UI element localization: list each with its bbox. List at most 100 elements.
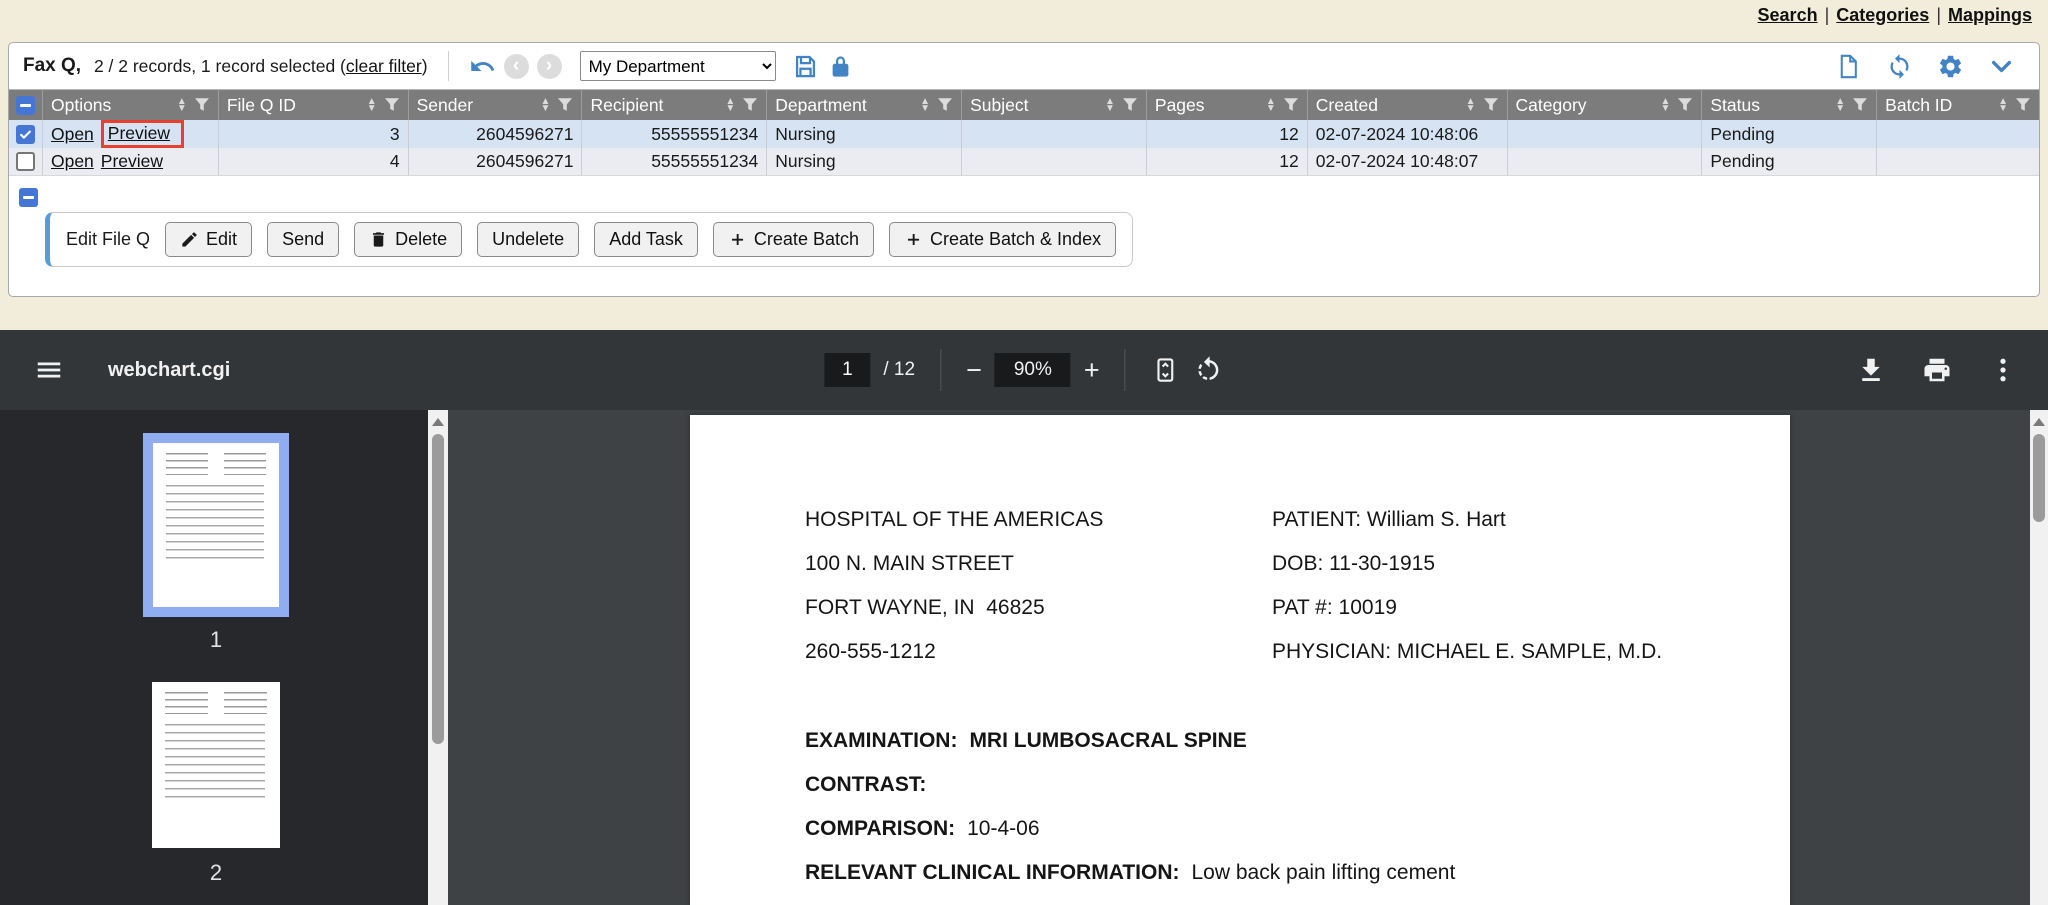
column-header-created: Created▲▼	[1308, 90, 1508, 120]
filter-funnel-icon[interactable]	[937, 97, 953, 113]
delete-button[interactable]: Delete	[354, 222, 462, 257]
filter-funnel-icon[interactable]	[2015, 97, 2031, 113]
document-scrollbar[interactable]	[2030, 410, 2048, 905]
pdf-toolbar-right	[1856, 330, 2018, 410]
pdf-page: HOSPITAL OF THE AMERICAS100 N. MAIN STRE…	[690, 415, 1790, 905]
prev-record-icon[interactable]: ‹	[504, 54, 529, 79]
button-label: Send	[282, 229, 324, 250]
filter-funnel-icon[interactable]	[1122, 97, 1138, 113]
menu-icon[interactable]	[34, 355, 64, 385]
row-select-checkbox[interactable]	[16, 152, 35, 171]
filter-funnel-icon[interactable]	[557, 97, 573, 113]
preview-link[interactable]: Preview	[101, 151, 163, 172]
undelete-button[interactable]: Undelete	[477, 222, 579, 257]
page-number-input[interactable]	[824, 353, 870, 387]
document-section-line: CONTRAST:	[805, 763, 1455, 807]
document-scrollbar-thumb[interactable]	[2033, 434, 2045, 522]
filter-funnel-icon[interactable]	[384, 97, 400, 113]
lock-icon[interactable]	[827, 53, 854, 80]
filter-funnel-icon[interactable]	[194, 97, 210, 113]
edit-button[interactable]: Edit	[165, 222, 252, 257]
filter-funnel-icon[interactable]	[1852, 97, 1868, 113]
column-label: Batch ID	[1885, 95, 1994, 116]
sort-icon[interactable]: ▲▼	[1998, 98, 2008, 112]
document-section-label: EXAMINATION:	[805, 729, 957, 752]
annotation-highlight-box: Preview	[101, 120, 184, 148]
filter-funnel-icon[interactable]	[1283, 97, 1299, 113]
document-section-label: COMPARISON:	[805, 817, 955, 840]
rotate-counterclockwise-icon[interactable]	[1194, 355, 1224, 385]
create-batch-button[interactable]: Create Batch	[713, 222, 874, 257]
sort-icon[interactable]: ▲▼	[725, 98, 735, 112]
fit-page-icon[interactable]	[1151, 355, 1181, 385]
top-link-categories[interactable]: Categories	[1836, 5, 1929, 25]
thumbnail-text-lines	[165, 724, 265, 799]
trash-icon	[369, 230, 388, 249]
sort-icon[interactable]: ▲▼	[1660, 98, 1670, 112]
zoom-out-icon[interactable]: −	[966, 357, 982, 384]
column-header-file_q_id: File Q ID▲▼	[219, 90, 409, 120]
sort-icon[interactable]: ▲▼	[1466, 98, 1476, 112]
open-link[interactable]: Open	[51, 151, 94, 172]
scroll-up-icon[interactable]	[432, 418, 444, 426]
table-row[interactable]: OpenPreview3260459627155555551234Nursing…	[9, 120, 2039, 148]
pdf-page-controls: / 12 − 90% +	[824, 330, 1223, 410]
add-task-button[interactable]: Add Task	[594, 222, 698, 257]
print-icon[interactable]	[1922, 355, 1952, 385]
collapse-chevron-icon[interactable]	[1988, 53, 2015, 80]
create-batch-index-button[interactable]: Create Batch & Index	[889, 222, 1116, 257]
sidebar-scrollbar[interactable]	[428, 410, 448, 905]
sort-icon[interactable]: ▲▼	[367, 98, 377, 112]
thumbnail-2[interactable]	[134, 674, 298, 856]
cell-status: Pending	[1702, 120, 1877, 148]
sort-icon[interactable]: ▲▼	[177, 98, 187, 112]
sort-icon[interactable]: ▲▼	[1105, 98, 1115, 112]
filter-preset-select[interactable]: My Department	[580, 51, 776, 81]
zoom-in-icon[interactable]: +	[1084, 357, 1100, 384]
toolbar-divider	[940, 349, 941, 391]
select-all-bottom-checkbox[interactable]	[19, 188, 38, 207]
row-select-checkbox[interactable]	[16, 125, 35, 144]
top-link-search[interactable]: Search	[1758, 5, 1818, 25]
document-patient-line: PHYSICIAN: MICHAEL E. SAMPLE, M.D.	[1272, 630, 1662, 674]
button-label: Create Batch & Index	[930, 229, 1101, 250]
top-link-mappings[interactable]: Mappings	[1948, 5, 2032, 25]
next-record-icon[interactable]: ›	[537, 54, 562, 79]
clear-filter-link[interactable]: clear filter	[346, 56, 422, 76]
indeterminate-mark	[20, 104, 31, 107]
pdf-body: 12 HOSPITAL OF THE AMERICAS100 N. MAIN S…	[0, 410, 2048, 905]
new-document-icon[interactable]	[1835, 53, 1862, 80]
select-all-checkbox[interactable]	[16, 96, 35, 115]
fax-queue-toolbar: Fax Q, 2 / 2 records, 1 record selected …	[9, 43, 2039, 89]
sidebar-scrollbar-thumb[interactable]	[432, 434, 444, 744]
scroll-up-icon[interactable]	[2033, 418, 2045, 426]
page-total-label: / 12	[883, 359, 915, 381]
filter-funnel-icon[interactable]	[1483, 97, 1499, 113]
download-icon[interactable]	[1856, 355, 1886, 385]
document-patient-line: PATIENT: William S. Hart	[1272, 498, 1662, 542]
sort-icon[interactable]: ▲▼	[541, 98, 551, 112]
preview-link[interactable]: Preview	[108, 123, 170, 143]
sort-icon[interactable]: ▲▼	[1266, 98, 1276, 112]
settings-gear-icon[interactable]	[1937, 53, 1964, 80]
cell-file_q_id: 4	[219, 148, 409, 175]
column-header-department: Department▲▼	[767, 90, 962, 120]
more-vertical-icon[interactable]	[1988, 355, 2018, 385]
sort-icon[interactable]: ▲▼	[920, 98, 930, 112]
save-icon[interactable]	[792, 53, 819, 80]
thumbnail-1[interactable]	[143, 433, 289, 617]
refresh-icon[interactable]	[1886, 53, 1913, 80]
column-header-status: Status▲▼	[1702, 90, 1877, 120]
table-row[interactable]: OpenPreview4260459627155555551234Nursing…	[9, 148, 2039, 176]
cell-category	[1508, 120, 1703, 148]
toolbar-divider	[1125, 349, 1126, 391]
filter-funnel-icon[interactable]	[742, 97, 758, 113]
send-button[interactable]: Send	[267, 222, 339, 257]
sort-icon[interactable]: ▲▼	[1835, 98, 1845, 112]
cell-department: Nursing	[767, 120, 962, 148]
cell-created: 02-07-2024 10:48:06	[1308, 120, 1508, 148]
undo-icon[interactable]	[469, 53, 496, 80]
filter-funnel-icon[interactable]	[1677, 97, 1693, 113]
open-link[interactable]: Open	[51, 124, 94, 145]
cell-sender: 2604596271	[409, 120, 583, 148]
